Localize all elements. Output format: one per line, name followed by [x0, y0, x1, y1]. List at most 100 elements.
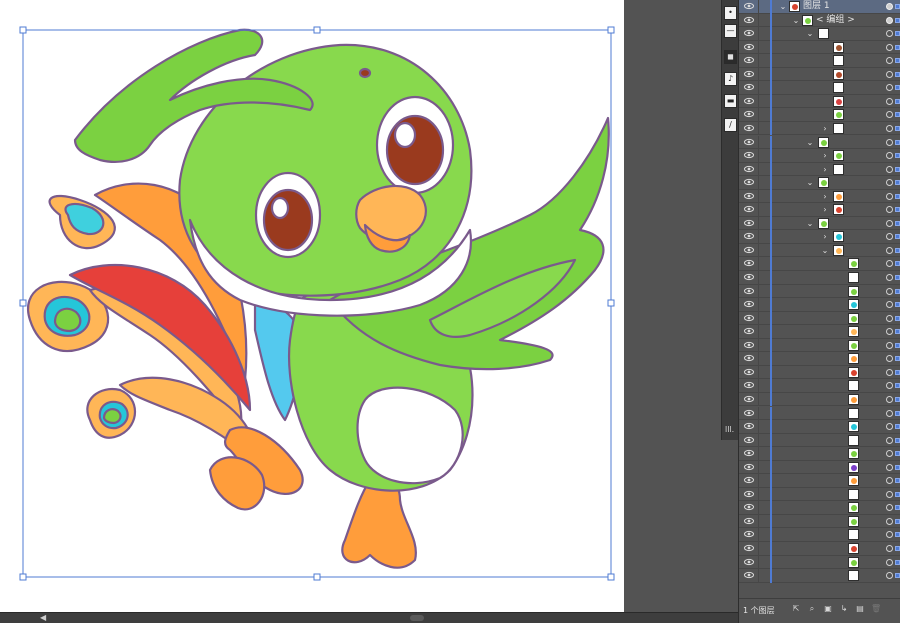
selection-indicator[interactable] — [895, 193, 900, 199]
symbol-tool-button[interactable]: ◼ — [724, 50, 737, 64]
visibility-eye-icon[interactable] — [744, 83, 754, 91]
selection-indicator[interactable] — [895, 329, 900, 335]
layer-row[interactable]: › — [739, 189, 900, 204]
selection-indicator[interactable] — [895, 546, 900, 551]
lock-toggle[interactable] — [758, 13, 767, 27]
layer-row[interactable] — [739, 420, 900, 434]
selection-indicator[interactable] — [895, 58, 900, 64]
lock-toggle[interactable] — [758, 0, 767, 13]
selection-indicator[interactable] — [895, 437, 900, 443]
target-circle-icon[interactable] — [886, 423, 893, 431]
selection-indicator[interactable] — [895, 220, 900, 226]
lock-toggle[interactable] — [758, 379, 767, 393]
scrollbar-thumb[interactable] — [410, 615, 424, 621]
layer-row[interactable] — [739, 311, 900, 326]
lock-toggle[interactable] — [758, 54, 767, 68]
selection-indicator[interactable] — [895, 532, 900, 538]
target-circle-icon[interactable] — [886, 328, 893, 336]
selection-indicator[interactable] — [895, 424, 900, 430]
layer-row[interactable]: ⌄ — [739, 27, 900, 41]
layer-row[interactable] — [739, 325, 900, 339]
new-layer-icon[interactable]: ▤ — [855, 604, 865, 614]
layer-row[interactable]: ⌄ — [739, 176, 900, 190]
selection-indicator[interactable] — [895, 71, 900, 77]
visibility-eye-icon[interactable] — [744, 16, 754, 24]
selection-indicator[interactable] — [895, 234, 900, 240]
lock-toggle[interactable] — [758, 121, 767, 135]
target-circle-icon[interactable] — [886, 274, 893, 281]
target-circle-icon[interactable] — [886, 450, 893, 458]
lock-toggle[interactable] — [758, 460, 767, 474]
target-circle-icon[interactable] — [886, 192, 893, 200]
target-circle-icon[interactable] — [886, 16, 893, 24]
expand-arrow-icon[interactable]: › — [821, 164, 829, 175]
line-tool-button[interactable]: ▬ — [724, 94, 737, 108]
layer-row[interactable]: › — [739, 121, 900, 136]
visibility-eye-icon[interactable] — [744, 571, 754, 579]
scroll-left-icon[interactable]: ◀ — [40, 614, 50, 622]
collapse-arrow-icon[interactable]: ⌄ — [779, 1, 787, 12]
target-circle-icon[interactable] — [886, 436, 893, 444]
visibility-eye-icon[interactable] — [744, 409, 754, 417]
layer-row-group[interactable]: ⌄ < 编组 > — [739, 13, 900, 28]
selection-indicator[interactable] — [895, 559, 900, 565]
lock-toggle[interactable] — [758, 81, 767, 95]
layer-row[interactable] — [739, 40, 900, 55]
target-circle-icon[interactable] — [886, 138, 893, 146]
visibility-eye-icon[interactable] — [744, 219, 754, 227]
visibility-eye-icon[interactable] — [744, 341, 754, 349]
visibility-eye-icon[interactable] — [744, 110, 754, 118]
layer-row[interactable] — [739, 271, 900, 285]
lock-toggle[interactable] — [758, 284, 767, 298]
target-circle-icon[interactable] — [886, 246, 893, 254]
selection-indicator[interactable] — [895, 342, 900, 348]
target-circle-icon[interactable] — [886, 301, 893, 309]
layer-row[interactable] — [739, 406, 900, 420]
selection-indicator[interactable] — [895, 505, 900, 511]
lock-toggle[interactable] — [758, 271, 767, 284]
target-circle-icon[interactable] — [886, 463, 893, 471]
selection-indicator[interactable] — [895, 518, 900, 524]
visibility-eye-icon[interactable] — [744, 530, 754, 538]
target-circle-icon[interactable] — [886, 490, 893, 498]
selection-indicator[interactable] — [895, 153, 900, 159]
collapse-arrow-icon[interactable]: ⌄ — [806, 218, 814, 229]
visibility-eye-icon[interactable] — [744, 138, 754, 146]
visibility-eye-icon[interactable] — [744, 70, 754, 78]
selection-indicator[interactable] — [895, 451, 900, 457]
selection-indicator[interactable] — [895, 410, 900, 416]
visibility-eye-icon[interactable] — [744, 558, 754, 566]
layer-row[interactable]: ⌄ — [739, 243, 900, 258]
selection-indicator[interactable] — [895, 166, 900, 172]
layer-row[interactable] — [739, 54, 900, 68]
lock-toggle[interactable] — [758, 487, 767, 501]
lock-toggle[interactable] — [758, 514, 767, 528]
visibility-eye-icon[interactable] — [744, 381, 754, 389]
selection-indicator[interactable] — [895, 112, 900, 118]
layer-row[interactable] — [739, 67, 900, 82]
lock-toggle[interactable] — [758, 216, 767, 230]
layer-row[interactable]: › — [739, 162, 900, 177]
layer-row[interactable] — [739, 514, 900, 529]
lock-toggle[interactable] — [758, 203, 767, 217]
layer-row[interactable] — [739, 501, 900, 515]
lock-toggle[interactable] — [758, 542, 767, 555]
new-sublayer-icon[interactable]: ↳ — [839, 604, 849, 614]
lock-toggle[interactable] — [758, 311, 767, 325]
layer-row[interactable] — [739, 460, 900, 475]
layer-row[interactable] — [739, 257, 900, 271]
visibility-eye-icon[interactable] — [744, 517, 754, 525]
visibility-eye-icon[interactable] — [744, 327, 754, 335]
visibility-eye-icon[interactable] — [744, 463, 754, 471]
layer-row[interactable]: › — [739, 203, 900, 217]
collapse-arrow-icon[interactable]: ⌄ — [806, 177, 814, 188]
target-circle-icon[interactable] — [886, 152, 893, 160]
lock-toggle[interactable] — [758, 94, 767, 108]
visibility-eye-icon[interactable] — [744, 503, 754, 511]
lock-toggle[interactable] — [758, 474, 767, 488]
visibility-eye-icon[interactable] — [744, 151, 754, 159]
target-circle-icon[interactable] — [886, 558, 893, 566]
visibility-eye-icon[interactable] — [744, 2, 754, 10]
layer-row[interactable] — [739, 379, 900, 393]
lock-toggle[interactable] — [758, 230, 767, 244]
